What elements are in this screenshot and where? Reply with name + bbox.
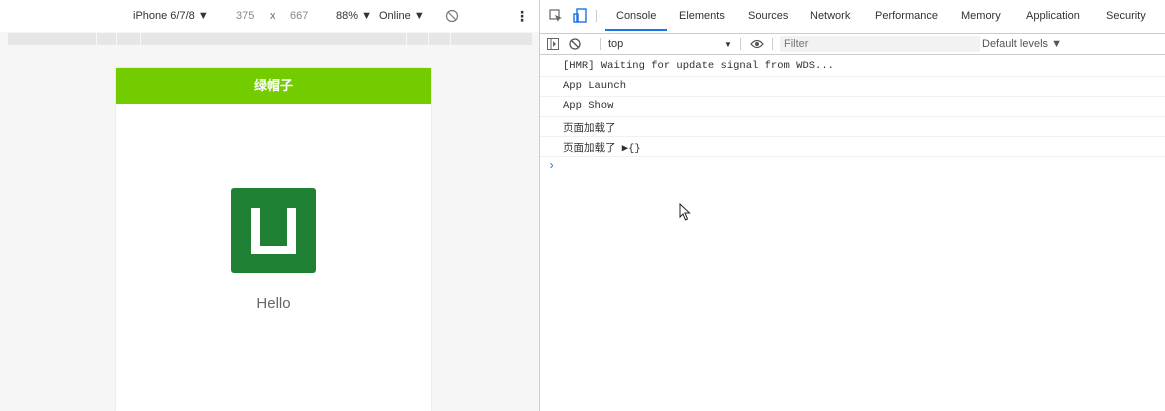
console-line: [HMR] Waiting for update signal from WDS… xyxy=(540,57,1165,77)
tab-security[interactable]: Security xyxy=(1106,10,1146,22)
tab-elements[interactable]: Elements xyxy=(679,10,725,22)
devtools-pane: Console Elements Sources Network Perform… xyxy=(540,0,1165,411)
console-line: App Show xyxy=(540,97,1165,117)
tab-performance[interactable]: Performance xyxy=(875,10,938,22)
device-viewport: 绿帽子 Hello xyxy=(116,68,431,411)
zoom-select[interactable]: 88% ▼ xyxy=(336,10,372,22)
dimension-separator: x xyxy=(270,10,276,22)
tab-console[interactable]: Console xyxy=(616,10,656,22)
console-prompt-line[interactable]: › xyxy=(540,157,1165,176)
network-throttle-select[interactable]: Online ▼ xyxy=(379,10,425,22)
devtools-tabbar: Console Elements Sources Network Perform… xyxy=(540,0,1165,34)
rotate-icon[interactable] xyxy=(445,9,459,23)
console-line[interactable]: 页面加载了 ▶{} xyxy=(540,137,1165,157)
active-tab-indicator xyxy=(605,29,667,31)
inspect-element-icon[interactable] xyxy=(549,9,563,23)
log-levels-select[interactable]: Default levels ▼ xyxy=(982,38,1062,50)
tab-memory[interactable]: Memory xyxy=(961,10,1001,22)
live-expression-eye-icon[interactable] xyxy=(750,39,764,49)
console-filter-input[interactable] xyxy=(780,36,980,52)
device-toggle-icon[interactable] xyxy=(573,8,587,23)
mouse-cursor-icon xyxy=(679,203,691,221)
sidebar-toggle-icon[interactable] xyxy=(547,38,559,50)
device-height-field[interactable]: 667 xyxy=(290,10,308,22)
device-width-field[interactable]: 375 xyxy=(236,10,254,22)
navbar-title: 绿帽子 xyxy=(253,78,293,93)
tab-sources[interactable]: Sources xyxy=(748,10,788,22)
context-select[interactable]: top xyxy=(608,38,623,50)
console-filter-bar: top ▼ Default levels ▼ xyxy=(540,34,1165,55)
console-line: App Launch xyxy=(540,77,1165,97)
app-navbar: 绿帽子 xyxy=(116,68,431,104)
tab-application[interactable]: Application xyxy=(1026,10,1080,22)
clear-console-icon[interactable] xyxy=(569,38,581,50)
tab-network[interactable]: Network xyxy=(810,10,850,22)
more-options-icon[interactable]: ⋮ xyxy=(515,8,529,25)
console-output: [HMR] Waiting for update signal from WDS… xyxy=(540,57,1165,176)
hello-text: Hello xyxy=(256,295,291,312)
device-select[interactable]: iPhone 6/7/8 ▼ xyxy=(133,10,209,22)
device-toolbar: iPhone 6/7/8 ▼ 375 x 667 88% ▼ Online ▼ … xyxy=(0,0,539,32)
context-dropdown-arrow[interactable]: ▼ xyxy=(724,40,732,49)
media-query-ruler[interactable] xyxy=(8,33,532,45)
console-prompt-icon: › xyxy=(548,159,556,173)
console-line: 页面加载了 xyxy=(540,117,1165,137)
device-emulator-pane: iPhone 6/7/8 ▼ 375 x 667 88% ▼ Online ▼ … xyxy=(0,0,539,411)
app-logo-icon xyxy=(231,188,316,273)
